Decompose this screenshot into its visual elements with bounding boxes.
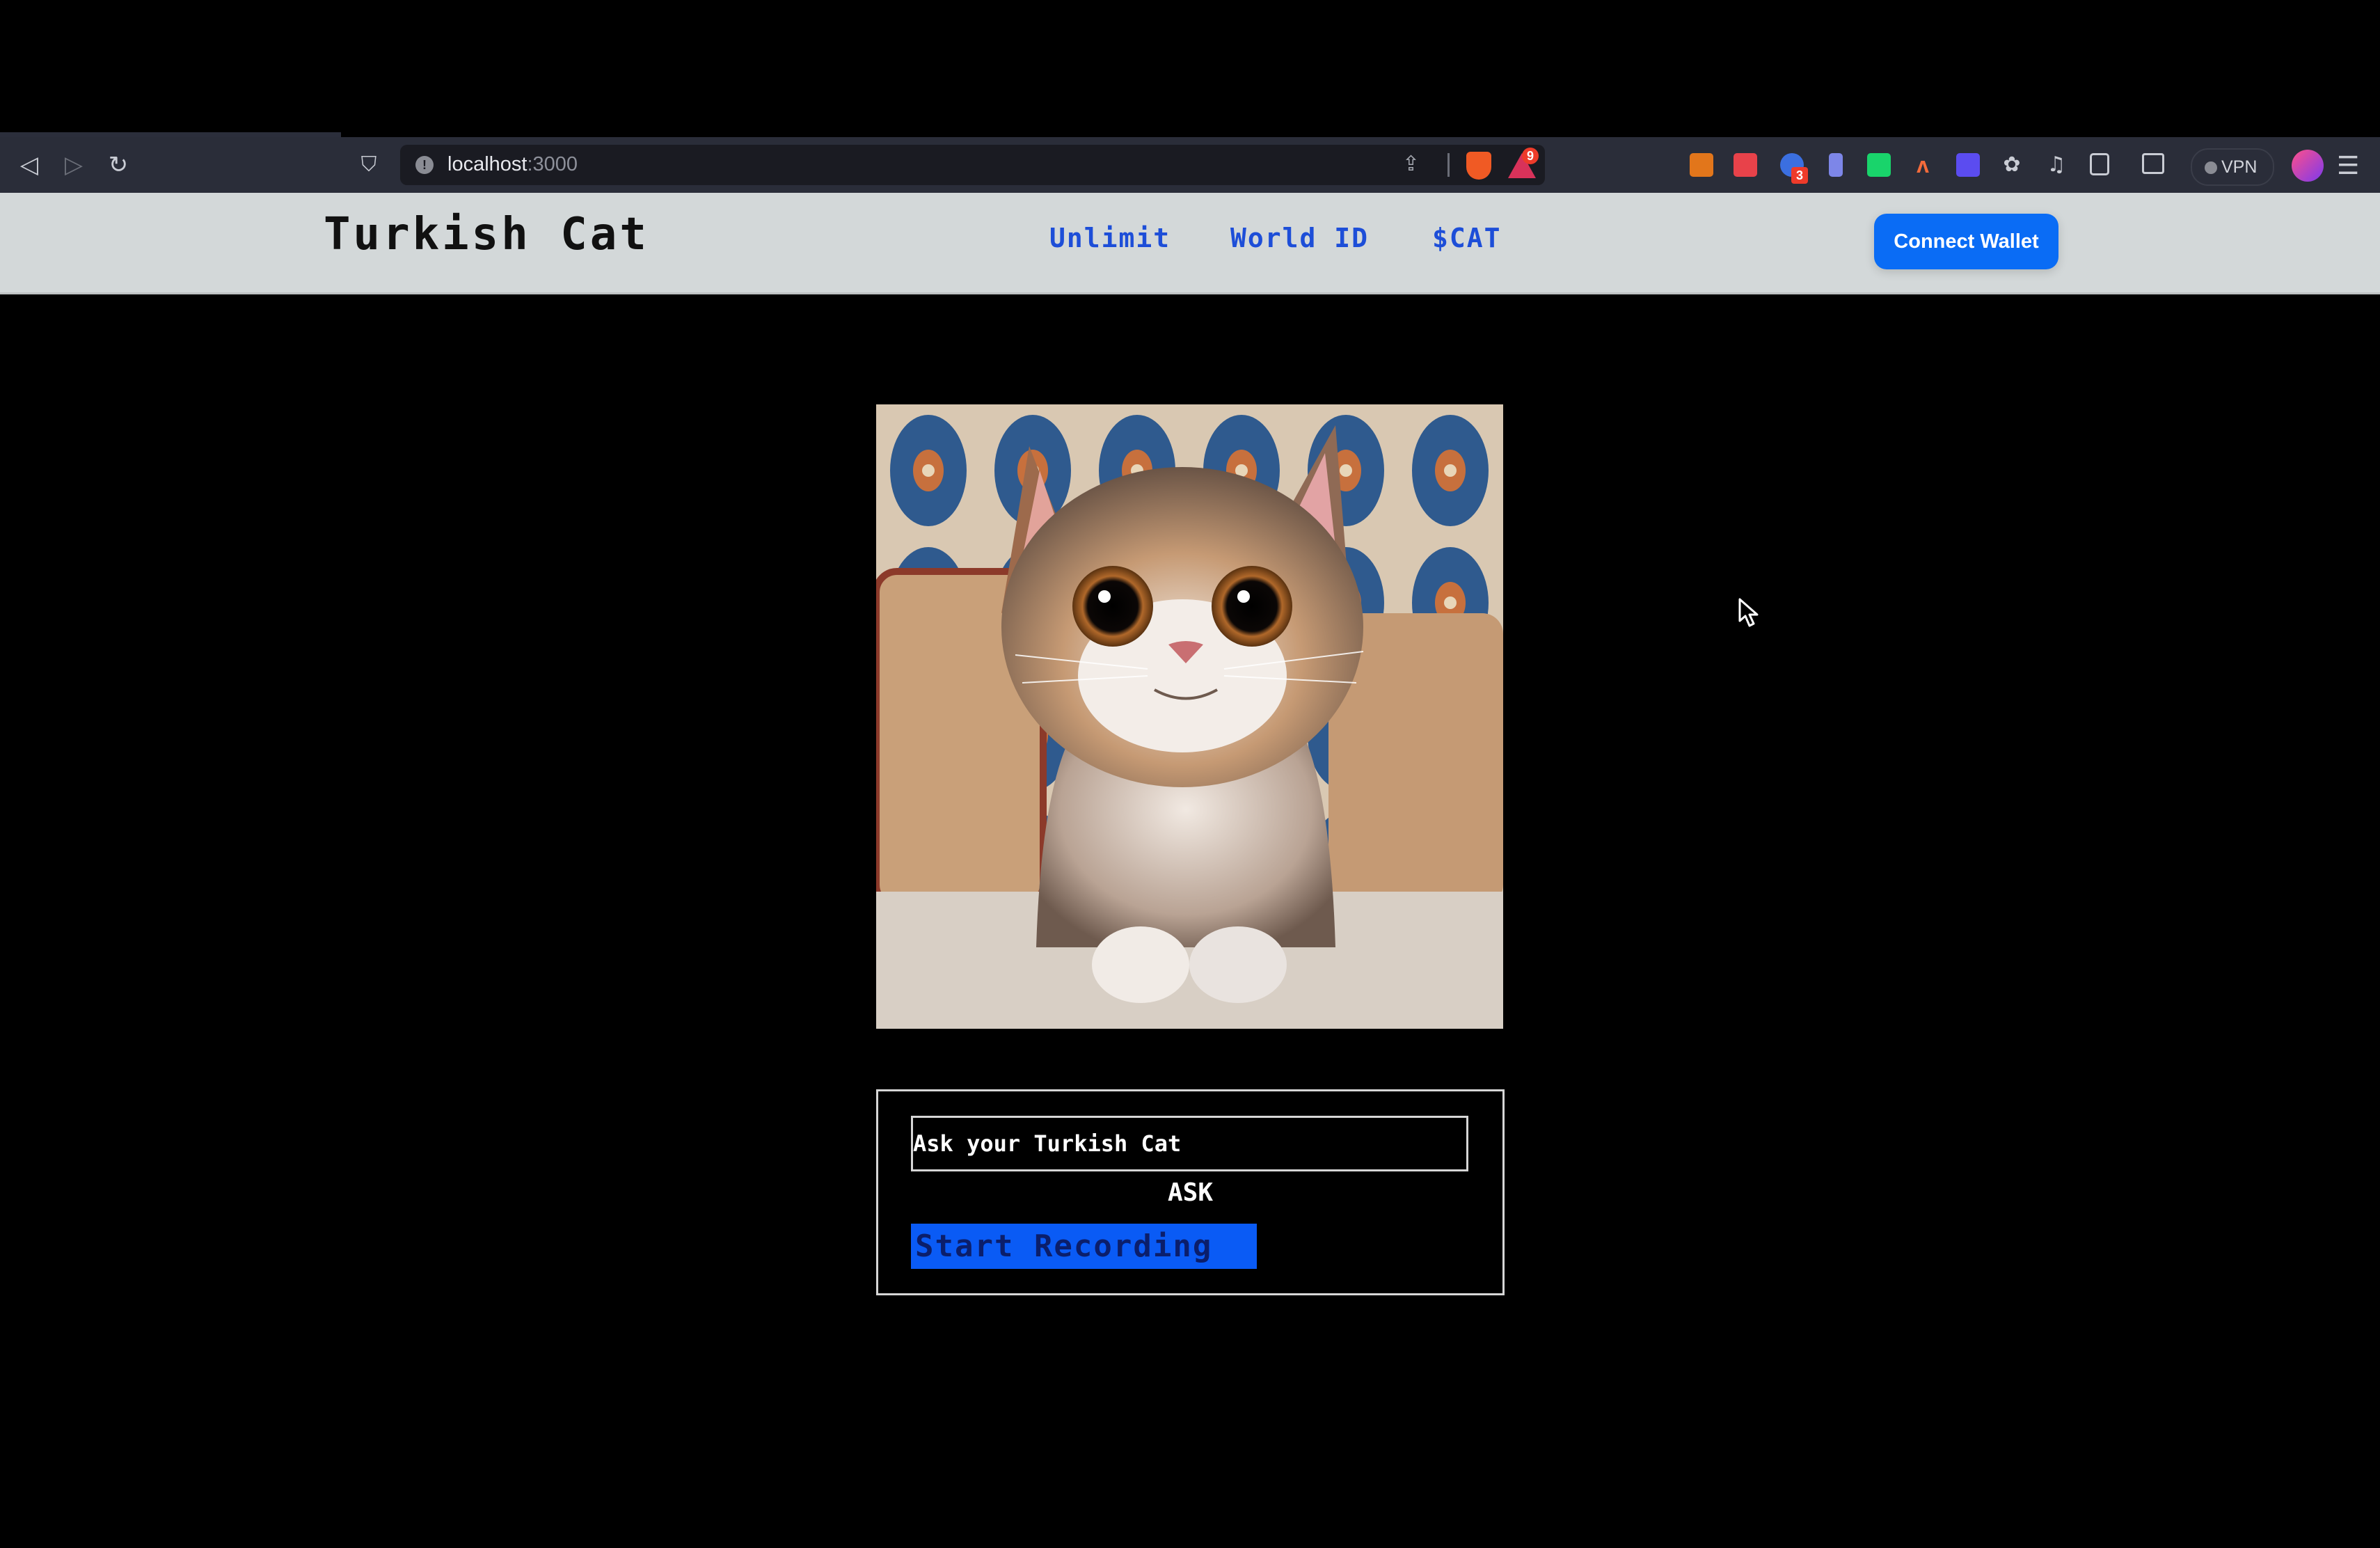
extension-p-icon[interactable] — [1734, 153, 1757, 177]
ask-button[interactable]: ASK — [878, 1178, 1502, 1207]
url-port: :3000 — [527, 153, 578, 175]
extension-green-icon[interactable] — [1867, 153, 1891, 177]
extension-orange-icon[interactable]: ʌ — [1911, 153, 1935, 177]
media-icon[interactable]: ♫ — [2045, 153, 2068, 177]
ask-panel: ASK Start Recording — [876, 1089, 1505, 1295]
address-bar[interactable]: ! localhost:3000 ⇪ 9 — [400, 145, 1545, 185]
rewards-badge: 9 — [1522, 148, 1539, 164]
cat-image — [876, 404, 1503, 1029]
cat-illustration — [876, 404, 1503, 1029]
start-recording-button[interactable]: Start Recording — [911, 1224, 1257, 1269]
connect-wallet-button[interactable]: Connect Wallet — [1874, 214, 2058, 269]
ask-input[interactable] — [911, 1116, 1468, 1171]
menu-icon[interactable]: ☰ — [2337, 152, 2359, 180]
nav-link-unlimit[interactable]: Unlimit — [1049, 223, 1171, 253]
extension-badge: 3 — [1791, 167, 1808, 184]
nav-link-world-id[interactable]: World ID — [1230, 223, 1369, 253]
profile-avatar[interactable] — [2292, 150, 2324, 182]
extension-bookmark-icon[interactable] — [1829, 153, 1843, 177]
brand-title[interactable]: Turkish Cat — [324, 209, 649, 260]
back-icon[interactable]: ◁ — [14, 150, 45, 180]
nav-link-cat-token[interactable]: $CAT — [1432, 223, 1502, 253]
reload-icon[interactable]: ↻ — [103, 150, 134, 180]
url-host: localhost — [447, 153, 527, 175]
forward-icon[interactable]: ▷ — [58, 150, 89, 180]
vpn-button[interactable]: VPN — [2191, 148, 2274, 186]
url-text[interactable]: localhost:3000 — [447, 153, 578, 176]
mouse-cursor-icon — [1738, 598, 1759, 627]
extensions-puzzle-icon[interactable]: ✿ — [2000, 153, 2024, 177]
sidebar-icon[interactable] — [2090, 153, 2109, 175]
site-info-icon[interactable]: ! — [415, 156, 434, 174]
url-divider — [1447, 153, 1450, 177]
tab-strip — [0, 0, 2380, 136]
vpn-icon — [2205, 161, 2217, 174]
wallet-icon[interactable] — [2142, 153, 2164, 174]
metamask-icon[interactable] — [1690, 153, 1713, 177]
extension-purple-icon[interactable] — [1956, 153, 1980, 177]
bookmark-icon[interactable]: ⛉ — [354, 150, 384, 180]
share-icon[interactable]: ⇪ — [1402, 152, 1420, 176]
vpn-label: VPN — [2221, 157, 2258, 177]
brave-shield-icon[interactable] — [1466, 152, 1491, 180]
